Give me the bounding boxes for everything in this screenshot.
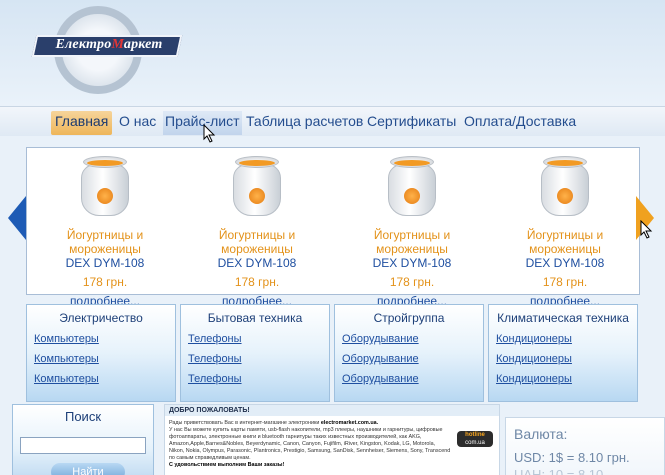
nav-calc-table[interactable]: Таблица расчетов	[246, 111, 363, 135]
nav-about[interactable]: О нас	[119, 111, 156, 135]
currency-next-rate: UAH: 10 = 8.10	[514, 467, 604, 475]
product-model: DEX DYM-108	[65, 256, 145, 270]
product-name: Йогуртницы и мороженицы	[526, 228, 604, 256]
welcome-panel: ДОБРО ПОЖАЛОВАТЬ! Рады приветствовать Ва…	[164, 404, 500, 475]
nav-home[interactable]: Главная	[51, 111, 113, 135]
category-title: Климатическая техника	[497, 311, 629, 325]
product-name: Йогуртницы и мороженицы	[373, 228, 451, 256]
product-price: 178 грн.	[82, 275, 128, 289]
search-panel: Поиск Найти	[12, 404, 154, 475]
category-link[interactable]: Кондиционеры	[496, 373, 637, 385]
logo[interactable]: ЕлектроМаркет	[22, 4, 183, 96]
category-link[interactable]: Компьютеры	[34, 373, 175, 385]
product-price: 178 грн.	[542, 275, 588, 289]
category-link[interactable]: Компьютеры	[34, 333, 175, 345]
yogurt-maker-image[interactable]	[384, 154, 440, 220]
mouse-cursor-icon	[640, 220, 653, 239]
nav-payment-delivery[interactable]: Оплата/Доставка	[464, 111, 576, 135]
product-card: Йогуртницы и мороженицы DEX DYM-108 178 …	[490, 154, 640, 310]
product-card: Йогуртницы и мороженицы DEX DYM-108 178 …	[182, 154, 332, 310]
site-name: electromarket.com.ua.	[320, 420, 379, 426]
category-title: Стройгруппа	[373, 311, 445, 325]
category-title: Бытовая техника	[207, 311, 303, 325]
product-model: DEX DYM-108	[372, 256, 452, 270]
welcome-closing: С удовольствием выполним Ваши заказы!	[169, 462, 285, 468]
category-link[interactable]: Кондиционеры	[496, 333, 637, 345]
currency-usd-rate: USD: 1$ = 8.10 грн.	[514, 450, 630, 465]
category-appliances: Бытовая техника Телефоны Телефоны Телефо…	[180, 304, 330, 402]
category-climate: Климатическая техника Кондиционеры Конди…	[488, 304, 638, 402]
category-link[interactable]: Компьютеры	[34, 353, 175, 365]
welcome-text: Рады приветствовать Вас в интернет-магаз…	[169, 420, 451, 468]
currency-title: Валюта:	[514, 426, 568, 442]
product-name: Йогуртницы и мороженицы	[218, 228, 296, 256]
category-link[interactable]: Оборудывание	[342, 373, 483, 385]
yogurt-maker-image[interactable]	[229, 154, 285, 220]
mouse-cursor-icon	[203, 124, 216, 143]
category-link[interactable]: Оборудывание	[342, 353, 483, 365]
category-link[interactable]: Телефоны	[188, 353, 329, 365]
category-link[interactable]: Оборудывание	[342, 333, 483, 345]
main-nav: Главная О нас Прайс-лист Таблица расчето…	[0, 106, 665, 136]
category-title: Электричество	[59, 311, 143, 325]
header: ЕлектроМаркет	[0, 0, 665, 106]
currency-panel: Валюта: USD: 1$ = 8.10 грн. UAH: 10 = 8.…	[505, 417, 665, 475]
yogurt-maker-image[interactable]	[537, 154, 593, 220]
search-input[interactable]	[20, 437, 146, 454]
yogurt-maker-image[interactable]	[77, 154, 133, 220]
welcome-heading: ДОБРО ПОЖАЛОВАТЬ!	[165, 405, 499, 416]
carousel-prev-arrow-icon[interactable]	[8, 196, 26, 240]
product-name: Йогуртницы и мороженицы	[66, 228, 144, 256]
search-button[interactable]: Найти	[51, 463, 125, 475]
nav-certificates[interactable]: Сертификаты	[367, 111, 456, 135]
category-link[interactable]: Кондиционеры	[496, 353, 637, 365]
logo-text: ЕлектроМаркет	[55, 37, 163, 52]
product-card: Йогуртницы и мороженицы DEX DYM-108 178 …	[30, 154, 180, 310]
product-price: 178 грн.	[389, 275, 435, 289]
search-title: Поиск	[64, 409, 102, 424]
product-carousel: Йогуртницы и мороженицы DEX DYM-108 178 …	[26, 147, 640, 308]
category-electricity: Электричество Компьютеры Компьютеры Комп…	[26, 304, 176, 402]
category-construction: Стройгруппа Оборудывание Оборудывание Об…	[334, 304, 484, 402]
category-link[interactable]: Телефоны	[188, 333, 329, 345]
category-link[interactable]: Телефоны	[188, 373, 329, 385]
product-price: 178 грн.	[234, 275, 280, 289]
product-model: DEX DYM-108	[217, 256, 297, 270]
product-card: Йогуртницы и мороженицы DEX DYM-108 178 …	[337, 154, 487, 310]
product-model: DEX DYM-108	[525, 256, 605, 270]
hotline-badge[interactable]: hotline com.ua	[457, 431, 493, 447]
